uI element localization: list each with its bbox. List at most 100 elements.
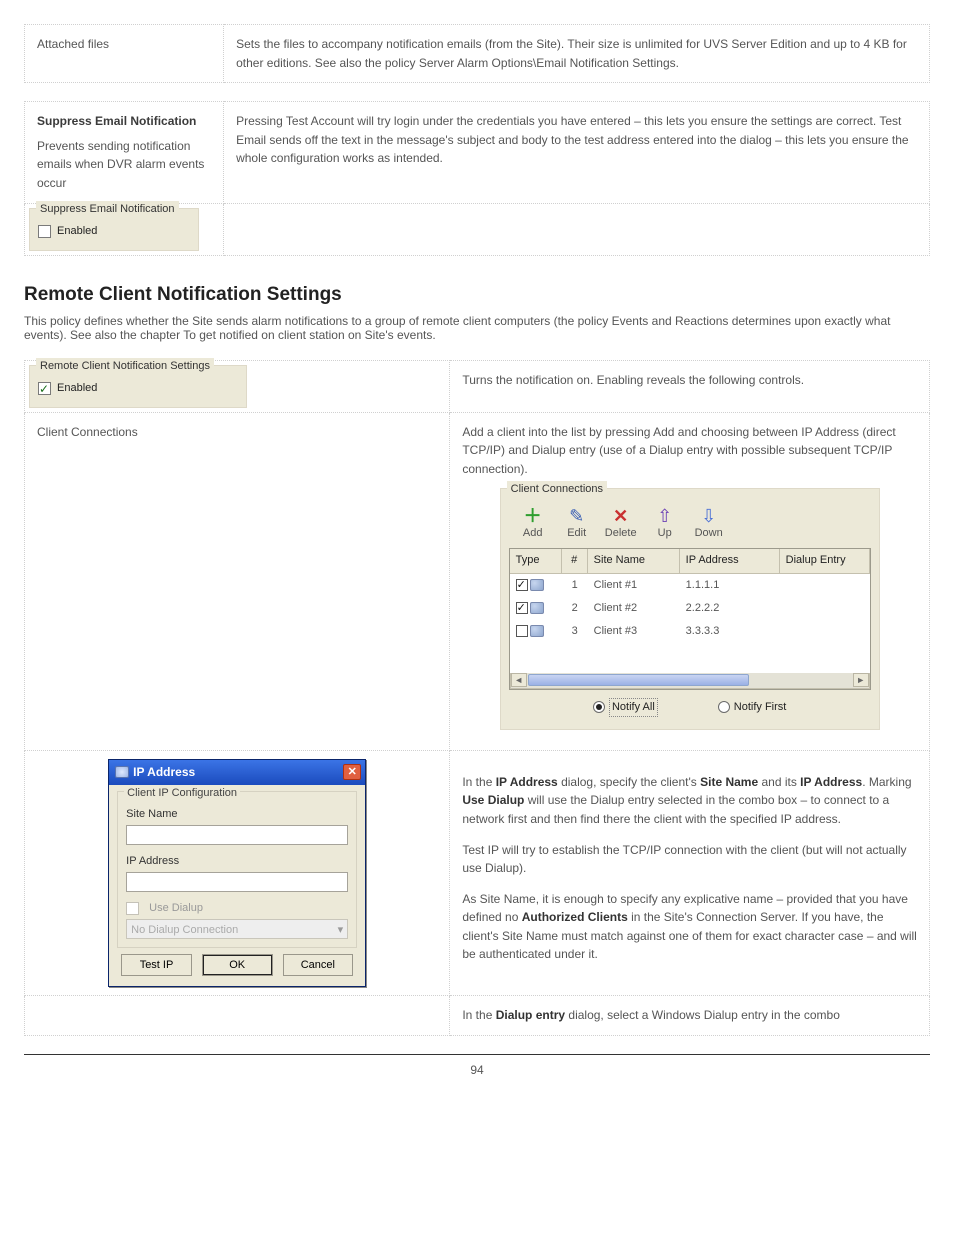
- test-ip-button[interactable]: Test IP: [121, 954, 192, 976]
- cc-hdr-num[interactable]: #: [562, 549, 588, 572]
- cc-hdr-ip[interactable]: IP Address: [680, 549, 780, 572]
- notify-first-radio[interactable]: Notify First: [718, 698, 787, 717]
- cell-cc-left: Client Connections: [25, 412, 450, 750]
- arrow-down-icon: ⇩: [687, 507, 731, 525]
- rcn-enabled-row[interactable]: Enabled: [38, 380, 238, 397]
- section-sub: This policy defines whether the Site sen…: [24, 314, 930, 342]
- cc-hdr-dial[interactable]: Dialup Entry: [780, 549, 870, 572]
- cc-right-text: Add a client into the list by pressing A…: [462, 423, 917, 479]
- suppress-enabled-label: Enabled: [57, 223, 97, 240]
- cc-radios: Notify All Notify First: [509, 690, 871, 719]
- client-connections-panel: Client Connections ＋Add ✎Edit ✕Delete ⇧U…: [500, 488, 880, 729]
- cc-legend: Client Connections: [507, 481, 607, 498]
- rcn-enabled-label: Enabled: [57, 380, 97, 397]
- scroll-right-icon[interactable]: ►: [853, 673, 869, 687]
- suppress-enabled-row[interactable]: Enabled: [38, 223, 190, 240]
- footer-rule: [24, 1054, 930, 1055]
- network-icon: [530, 579, 544, 591]
- ipdlg-p3: As Site Name, it is enough to specify an…: [462, 890, 917, 964]
- suppress-groupbox: Suppress Email Notification Enabled: [29, 208, 199, 251]
- use-dialup-label: Use Dialup: [149, 900, 203, 917]
- cc-hdr-type[interactable]: Type: [510, 549, 562, 572]
- section-title: Remote Client Notification Settings: [24, 284, 930, 306]
- row-num: 3: [562, 622, 588, 641]
- use-dialup-checkbox: [126, 902, 139, 915]
- cc-down-label: Down: [695, 527, 723, 539]
- row-site: Client #2: [588, 599, 680, 618]
- cc-grid: Type # Site Name IP Address Dialup Entry…: [509, 548, 871, 689]
- ip-address-input[interactable]: [126, 872, 348, 892]
- dialup-combo: No Dialup Connection: [126, 919, 348, 939]
- ip-address-dialog: IP Address ✕ Client IP Configuration Sit…: [108, 759, 366, 988]
- dlg-body: Client IP Configuration Site Name IP Add…: [109, 785, 365, 986]
- cell-cc-right: Add a client into the list by pressing A…: [450, 412, 930, 750]
- row-site: Client #1: [588, 576, 680, 595]
- dlg-titlebar[interactable]: IP Address ✕: [109, 760, 365, 786]
- page-number: 94: [24, 1063, 930, 1077]
- cell-rcn-left: Remote Client Notification Settings Enab…: [25, 360, 450, 412]
- cell-ipdlg-left: IP Address ✕ Client IP Configuration Sit…: [25, 750, 450, 996]
- cc-toolbar: ＋ Add ✎ Edit ✕ Delete ⇧Up ⇩ Down: [509, 503, 871, 548]
- network-icon: [530, 625, 544, 637]
- ipdlg-p2: Test IP will try to establish the TCP/IP…: [462, 841, 917, 878]
- cell-attached-files-left: Attached files: [25, 25, 224, 83]
- cell-suppress-left: Suppress Email Notification Prevents sen…: [25, 102, 224, 203]
- notify-all-radio[interactable]: Notify All: [593, 698, 658, 717]
- scroll-left-icon[interactable]: ◄: [511, 673, 527, 687]
- ip-address-label: IP Address: [126, 853, 348, 870]
- site-name-input[interactable]: [126, 825, 348, 845]
- row-rcn-enabled: Remote Client Notification Settings Enab…: [24, 360, 930, 1036]
- row-checkbox[interactable]: [516, 579, 528, 591]
- cc-scrollbar[interactable]: ◄ ►: [510, 673, 870, 689]
- close-icon[interactable]: ✕: [343, 764, 361, 780]
- rcn-group-legend: Remote Client Notification Settings: [36, 358, 214, 375]
- delete-icon: ✕: [599, 507, 643, 525]
- cc-edit-label: Edit: [567, 527, 586, 539]
- edit-icon: ✎: [555, 507, 599, 525]
- scroll-thumb[interactable]: [528, 674, 749, 686]
- cell-attached-files-right: Sets the files to accompany notification…: [224, 25, 930, 83]
- network-icon: [115, 766, 129, 778]
- row-dial: [780, 599, 870, 618]
- network-icon: [530, 602, 544, 614]
- cc-rows: 1Client #11.1.1.12Client #22.2.2.23Clien…: [510, 574, 870, 643]
- row-checkbox[interactable]: [516, 602, 528, 614]
- cc-hdr-site[interactable]: Site Name: [588, 549, 680, 572]
- table-row[interactable]: 2Client #22.2.2.2: [510, 597, 870, 620]
- cell-suppress-shot: Suppress Email Notification Enabled: [25, 203, 224, 255]
- suppress-group-legend: Suppress Email Notification: [36, 201, 179, 218]
- ok-button[interactable]: OK: [202, 954, 273, 976]
- cancel-button[interactable]: Cancel: [283, 954, 354, 976]
- plus-icon: ＋: [511, 507, 555, 525]
- row-suppress-email: Suppress Email Notification Prevents sen…: [24, 101, 930, 255]
- cc-add-label: Add: [523, 527, 543, 539]
- dlg-group-legend: Client IP Configuration: [124, 785, 240, 802]
- cc-delete-button[interactable]: ✕ Delete: [599, 507, 643, 542]
- site-name-label: Site Name: [126, 806, 348, 823]
- cc-up-button[interactable]: ⇧Up: [643, 507, 687, 542]
- cell-suppress-right: Pressing Test Account will try login und…: [224, 102, 930, 203]
- row-num: 2: [562, 599, 588, 618]
- row-num: 1: [562, 576, 588, 595]
- row-site: Client #3: [588, 622, 680, 641]
- cc-edit-button[interactable]: ✎ Edit: [555, 507, 599, 542]
- table-row[interactable]: 3Client #33.3.3.3: [510, 620, 870, 643]
- suppress-title: Suppress Email Notification: [37, 112, 211, 131]
- table-row[interactable]: 1Client #11.1.1.1: [510, 574, 870, 597]
- cc-add-button[interactable]: ＋ Add: [511, 507, 555, 542]
- row-attached-files: Attached files Sets the files to accompa…: [24, 24, 930, 83]
- rcn-enabled-checkbox[interactable]: [38, 382, 51, 395]
- cell-dialup-right: In the Dialup entry dialog, select a Win…: [450, 996, 930, 1036]
- rcn-groupbox: Remote Client Notification Settings Enab…: [29, 365, 247, 408]
- notify-first-label: Notify First: [734, 699, 787, 716]
- row-checkbox[interactable]: [516, 625, 528, 637]
- cell-dialup-left: [25, 996, 450, 1036]
- notify-all-label: Notify All: [609, 698, 658, 717]
- radio-dot-icon: [718, 701, 730, 713]
- cell-ipdlg-right: In the IP Address dialog, specify the cl…: [450, 750, 930, 996]
- arrow-up-icon: ⇧: [643, 507, 687, 525]
- suppress-enabled-checkbox[interactable]: [38, 225, 51, 238]
- cell-suppress-right-empty: [224, 203, 930, 255]
- cc-down-button[interactable]: ⇩ Down: [687, 507, 731, 542]
- cc-delete-label: Delete: [605, 527, 637, 539]
